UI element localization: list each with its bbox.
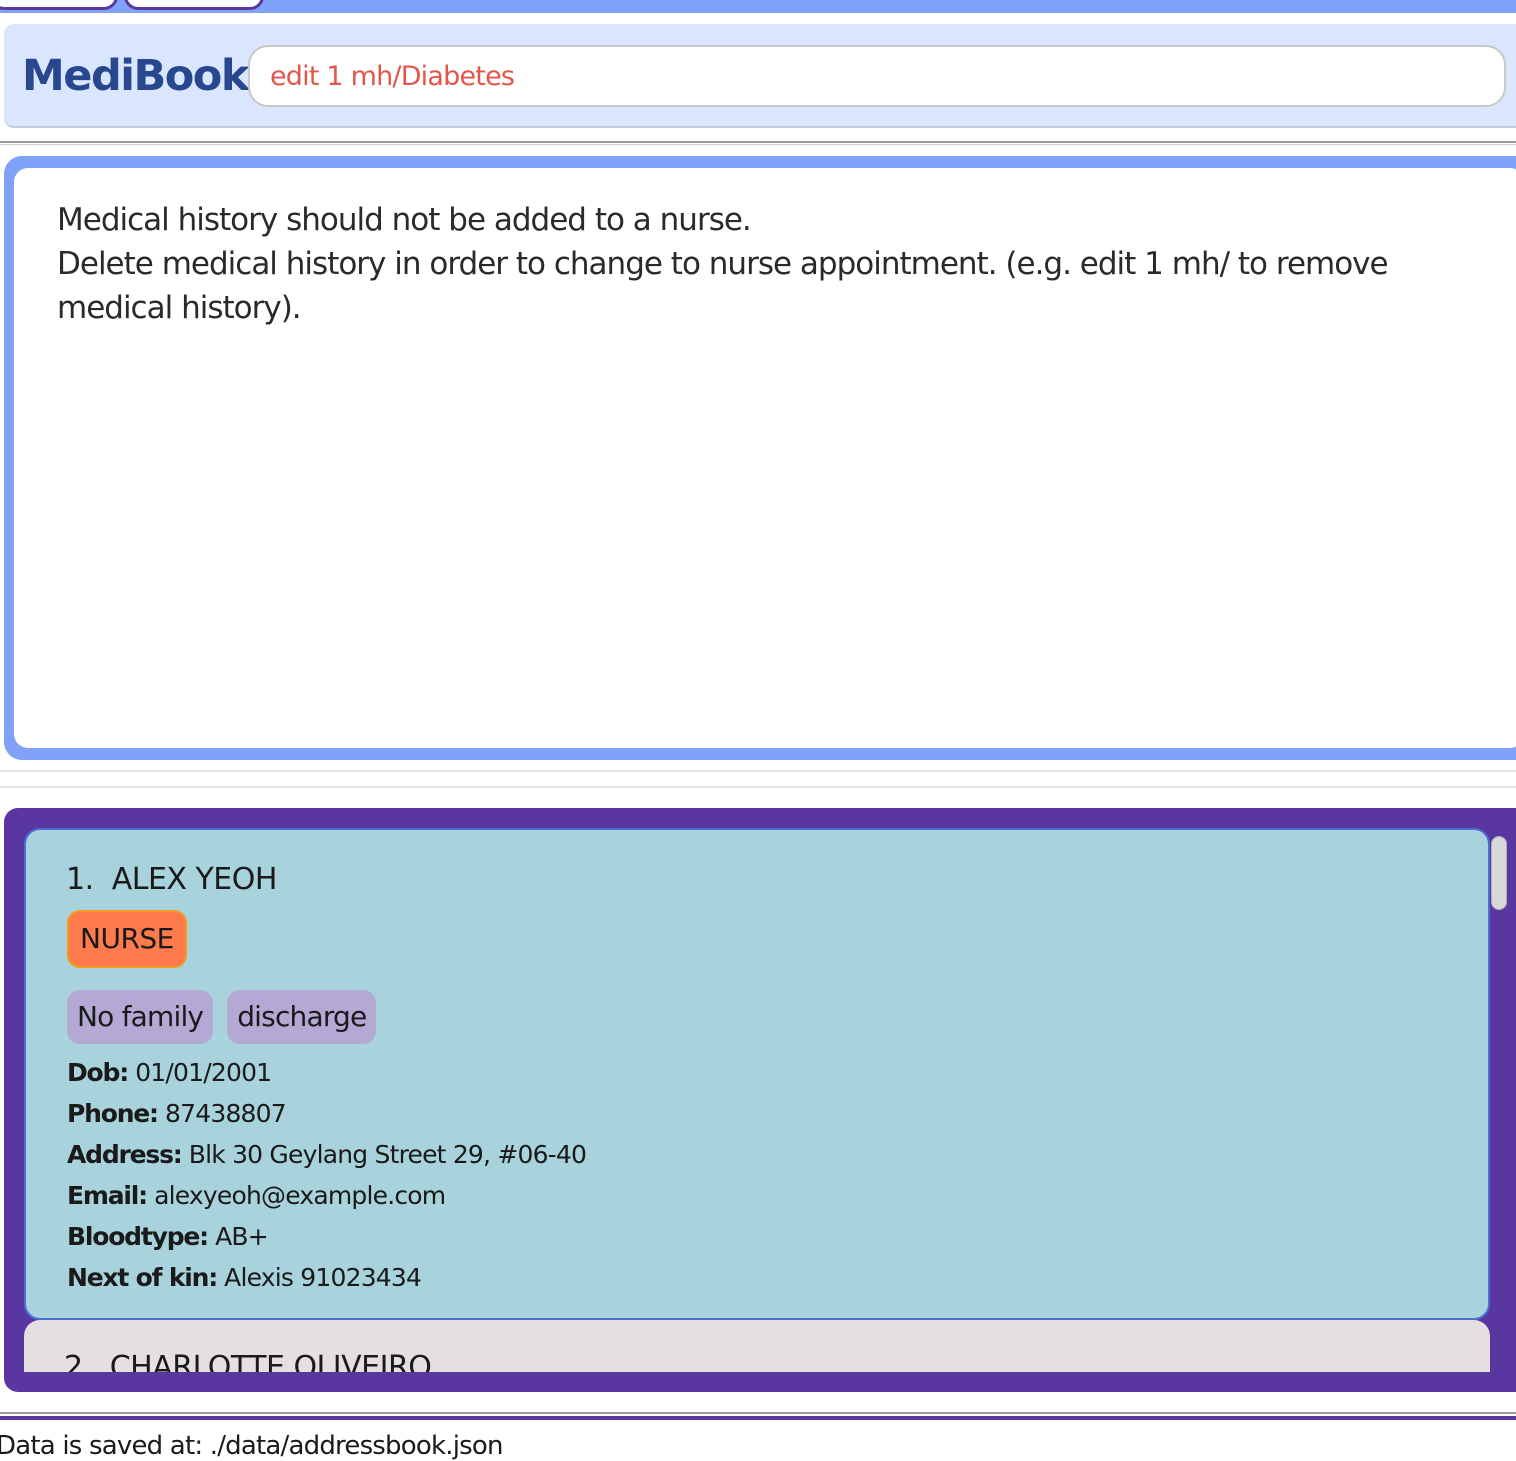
tag: discharge [227,990,377,1044]
command-input[interactable] [248,45,1506,107]
bloodtype-field: Bloodtype: AB+ [67,1216,586,1257]
person-card-selected[interactable]: 1. ALEX YEOH NURSE No family discharge D… [24,828,1490,1320]
dob-value: 01/01/2001 [135,1058,272,1087]
address-field: Address: Blk 30 Geylang Street 29, #06-4… [67,1134,587,1175]
result-line: Medical history should not be added to a… [57,202,752,238]
phone-field: Phone: 87438807 [67,1093,586,1134]
person-name-text: CHARLOTTE OLIVEIRO [109,1350,432,1372]
phone-label: Phone: [67,1099,159,1128]
divider [0,1412,1516,1414]
person-index: 1. [66,862,94,897]
divider [0,144,1516,145]
app-title: MediBook [22,51,249,101]
result-line: Delete medical history in order to chang… [57,246,1397,326]
phone-value: 87438807 [165,1099,287,1128]
dob-field: Dob: 01/01/2001 [67,1052,586,1093]
email-value: alexyeoh@example.com [154,1181,446,1210]
person-name: 2. CHARLOTTE OLIVEIRO [64,1350,432,1372]
next-of-kin-field: Next of kin: Alexis 91023434 [67,1257,586,1298]
divider [0,770,1516,772]
role-badge: NURSE [67,910,187,968]
address-label: Address: [67,1140,183,1169]
tag: No family [67,990,214,1044]
tag-list: No family discharge [67,990,377,1044]
menu-file[interactable] [0,0,118,10]
person-index: 2. [64,1350,92,1372]
person-list[interactable]: 1. ALEX YEOH NURSE No family discharge D… [24,828,1490,1372]
divider [0,786,1516,788]
result-display: Medical history should not be added to a… [14,168,1516,748]
address-value: Blk 30 Geylang Street 29, #06-40 [188,1140,587,1169]
email-field: Email: alexyeoh@example.com [67,1175,586,1216]
save-location-status: Data is saved at: ./data/addressbook.jso… [0,1431,503,1461]
bloodtype-label: Bloodtype: [67,1222,209,1251]
email-label: Email: [67,1181,148,1210]
bloodtype-value: AB+ [215,1222,269,1251]
dob-label: Dob: [67,1058,129,1087]
list-scrollbar[interactable] [1491,836,1507,910]
menu-help[interactable] [124,0,264,10]
person-details: Dob: 01/01/2001 Phone: 87438807 Address:… [67,1052,587,1298]
status-bar-border [0,1416,1516,1420]
person-card[interactable]: 2. CHARLOTTE OLIVEIRO [24,1320,1490,1372]
person-name-text: ALEX YEOH [111,862,278,897]
person-name: 1. ALEX YEOH [66,862,277,897]
next-of-kin-label: Next of kin: [67,1263,218,1292]
next-of-kin-value: Alexis 91023434 [224,1263,422,1292]
divider [0,141,1516,143]
